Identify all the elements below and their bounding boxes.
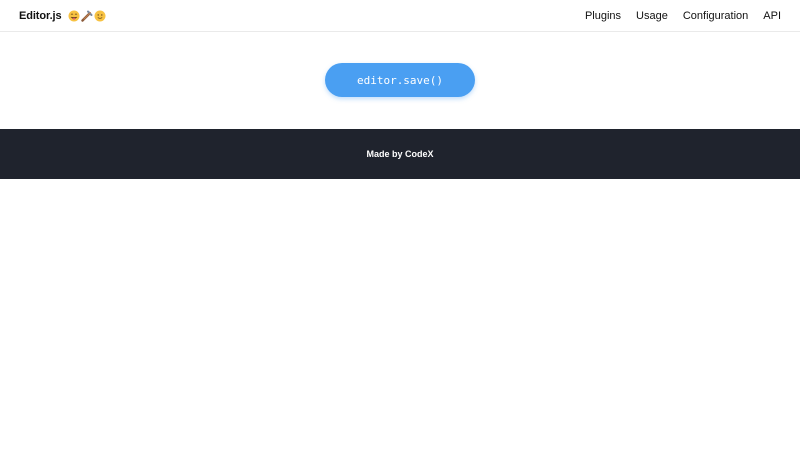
logo-emojis [68,10,106,22]
site-header: Editor.js Plugins Usage Configuration AP… [0,0,800,32]
editor-save-button[interactable]: editor.save() [325,63,475,97]
logo[interactable]: Editor.js [19,0,106,32]
nav-link-usage[interactable]: Usage [636,10,668,22]
nav-link-configuration[interactable]: Configuration [683,10,748,22]
nav-link-api[interactable]: API [763,10,781,22]
smiling-face-icon [94,10,105,22]
footer-credit: Made by CodeX [366,149,434,159]
face-with-tongue-icon [68,10,79,22]
tools-icon [80,10,92,22]
top-nav: Plugins Usage Configuration API [585,0,781,32]
save-button-wrap: editor.save() [325,63,475,97]
site-footer: Made by CodeX [0,129,800,179]
logo-text[interactable]: Editor.js [19,10,62,22]
nav-link-plugins[interactable]: Plugins [585,10,621,22]
